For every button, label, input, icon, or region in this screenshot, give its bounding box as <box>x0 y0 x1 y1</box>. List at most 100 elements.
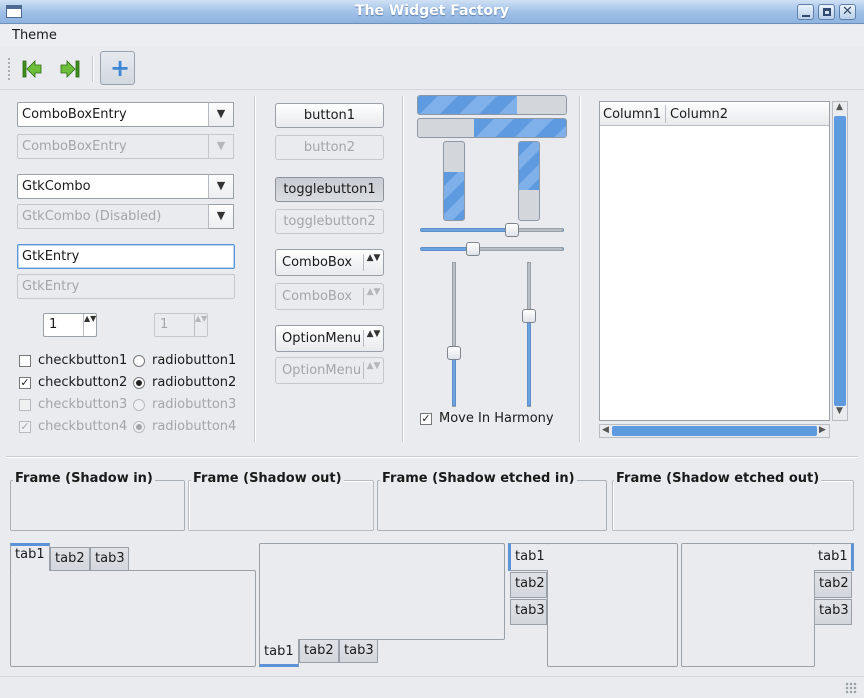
notebook-left-tab1[interactable]: tab1 <box>508 543 548 571</box>
checkbutton4-label: checkbutton4 <box>38 419 128 434</box>
checkbutton1-label[interactable]: checkbutton1 <box>38 353 127 368</box>
radiobutton3-circle <box>133 399 145 411</box>
vscale-1-thumb[interactable] <box>447 346 461 361</box>
spin-arrows-icon: ▲▼ <box>194 314 207 336</box>
close-icon: ✕ <box>842 4 853 19</box>
gtkcombo-disabled-input: GtkCombo (Disabled) <box>17 204 210 229</box>
button1[interactable]: button1 <box>275 103 384 128</box>
gtkcombo-dropdown-button[interactable]: ▼ <box>208 174 234 199</box>
tree-view[interactable]: Column1 Column2 <box>599 101 830 421</box>
notebook-top-tab1[interactable]: tab1 <box>10 543 50 571</box>
scroll-right-icon[interactable]: ▶ <box>819 425 826 435</box>
updown-arrow-icon: ▲▼ <box>363 330 383 347</box>
button2: button2 <box>275 135 384 160</box>
status-bar <box>0 676 864 698</box>
horizontal-scrollbar[interactable]: ◀ ▶ <box>599 424 830 438</box>
radiobutton4-label: radiobutton4 <box>152 419 237 434</box>
toolbar-grip[interactable] <box>8 58 11 80</box>
frame-shadow-in-label: Frame (Shadow in) <box>13 471 155 486</box>
column-divider[interactable] <box>665 105 666 123</box>
scroll-up-icon[interactable]: ▲ <box>836 102 843 112</box>
notebook-left-tab2[interactable]: tab2 <box>510 572 547 598</box>
menu-theme[interactable]: Theme <box>12 28 57 43</box>
optionmenu[interactable]: OptionMenu ▲▼ <box>275 325 384 352</box>
progress-fill <box>444 171 464 220</box>
vscale-2-track[interactable] <box>527 262 531 407</box>
notebook-top-page <box>10 570 256 667</box>
frame-shadow-etched-out-label: Frame (Shadow etched out) <box>614 471 822 486</box>
chevron-down-icon: ▼ <box>216 179 226 192</box>
hscale-2-thumb[interactable] <box>466 242 481 256</box>
comboboxentry-input[interactable]: ComboBoxEntry <box>17 102 210 127</box>
checkbutton4-box: ✓ <box>19 420 31 433</box>
hscale-2-track[interactable] <box>420 247 564 251</box>
updown-arrow-icon: ▲▼ <box>363 362 383 379</box>
updown-arrow-icon: ▲▼ <box>363 254 383 271</box>
notebook-bottom-tab1[interactable]: tab1 <box>259 639 299 667</box>
hscale-1-track[interactable] <box>420 228 564 232</box>
minimize-icon <box>802 15 810 17</box>
checkbutton2-box[interactable]: ✓ <box>19 377 31 389</box>
spin-arrows-icon[interactable]: ▲▼ <box>83 314 96 336</box>
notebook-left-tab3[interactable]: tab3 <box>510 599 547 625</box>
vscale-2-thumb[interactable] <box>522 308 536 323</box>
horizontal-scroll-thumb[interactable] <box>612 426 817 436</box>
column1-header[interactable]: Column1 <box>603 107 661 122</box>
togglebutton1[interactable]: togglebutton1 <box>275 177 384 202</box>
chevron-down-icon: ▼ <box>216 209 226 222</box>
comboboxentry-dropdown-button[interactable]: ▼ <box>208 102 234 127</box>
radiobutton2-circle[interactable] <box>133 377 145 389</box>
goto-first-icon[interactable] <box>22 59 42 79</box>
spin-button[interactable]: 1 ▲▼ <box>43 313 97 337</box>
notebook-top-tab3[interactable]: tab3 <box>90 547 129 571</box>
combobox-disabled: ComboBox ▲▼ <box>275 283 384 310</box>
add-button[interactable]: + <box>100 51 135 85</box>
progress-fill <box>418 96 518 114</box>
gtkcombo-disabled-dropdown[interactable]: ▼ <box>208 204 234 229</box>
radiobutton1-label[interactable]: radiobutton1 <box>152 353 236 368</box>
minimize-button[interactable] <box>797 4 814 20</box>
maximize-button[interactable] <box>818 4 835 20</box>
frame-shadow-etched-out <box>612 480 854 531</box>
move-in-harmony-label[interactable]: Move In Harmony <box>439 411 554 426</box>
chevron-down-icon: ▼ <box>216 107 226 120</box>
progress-bar-vertical-2 <box>518 141 540 221</box>
radiobutton2-label[interactable]: radiobutton2 <box>152 375 236 390</box>
vscale-fill <box>527 315 531 406</box>
radiobutton1-circle[interactable] <box>133 355 145 367</box>
notebook-bottom-tab2[interactable]: tab2 <box>299 639 339 663</box>
scroll-left-icon[interactable]: ◀ <box>602 425 609 435</box>
vertical-scrollbar[interactable]: ▲ ▼ <box>832 101 848 421</box>
notebook-right-tab2[interactable]: tab2 <box>814 572 852 598</box>
combobox[interactable]: ComboBox ▲▼ <box>275 249 384 276</box>
notebook-right-tab1[interactable]: tab1 <box>814 543 854 571</box>
combobox-label: ComboBox <box>282 289 353 304</box>
progress-bar-horizontal-2 <box>417 118 567 138</box>
comboboxentry-disabled-input: ComboBoxEntry <box>17 134 210 159</box>
notebook-right-tab3[interactable]: tab3 <box>814 599 852 625</box>
comboboxentry-disabled-dropdown: ▼ <box>208 134 234 159</box>
gtkcombo-input[interactable]: GtkCombo <box>17 174 210 199</box>
spin-value: 1 <box>160 317 169 332</box>
title-bar[interactable]: The Widget Factory ✕ <box>0 0 864 24</box>
checkbutton1-box[interactable] <box>19 355 31 367</box>
horizontal-separator <box>6 456 858 458</box>
gtkentry-input[interactable]: GtkEntry <box>17 244 235 269</box>
checkbutton2-label[interactable]: checkbutton2 <box>38 375 127 390</box>
notebook-bottom-tab3[interactable]: tab3 <box>339 639 378 663</box>
hscale-1-thumb[interactable] <box>505 223 520 237</box>
resize-grip-icon[interactable] <box>845 682 857 694</box>
close-button[interactable]: ✕ <box>839 4 856 20</box>
column2-header[interactable]: Column2 <box>670 107 728 122</box>
toolbar-separator <box>92 56 94 82</box>
notebook-top-tab2[interactable]: tab2 <box>50 547 90 571</box>
goto-last-icon[interactable] <box>60 59 80 79</box>
radiobutton3-label: radiobutton3 <box>152 397 237 412</box>
scroll-down-icon[interactable]: ▼ <box>836 406 843 416</box>
radiobutton4-circle <box>133 421 145 433</box>
vertical-scroll-thumb[interactable] <box>834 116 846 406</box>
move-in-harmony-checkbox[interactable]: ✓ <box>420 413 432 425</box>
tree-header: Column1 Column2 <box>600 102 829 126</box>
vscale-1-track[interactable] <box>452 262 456 407</box>
spin-button-disabled: 1 ▲▼ <box>154 313 208 337</box>
